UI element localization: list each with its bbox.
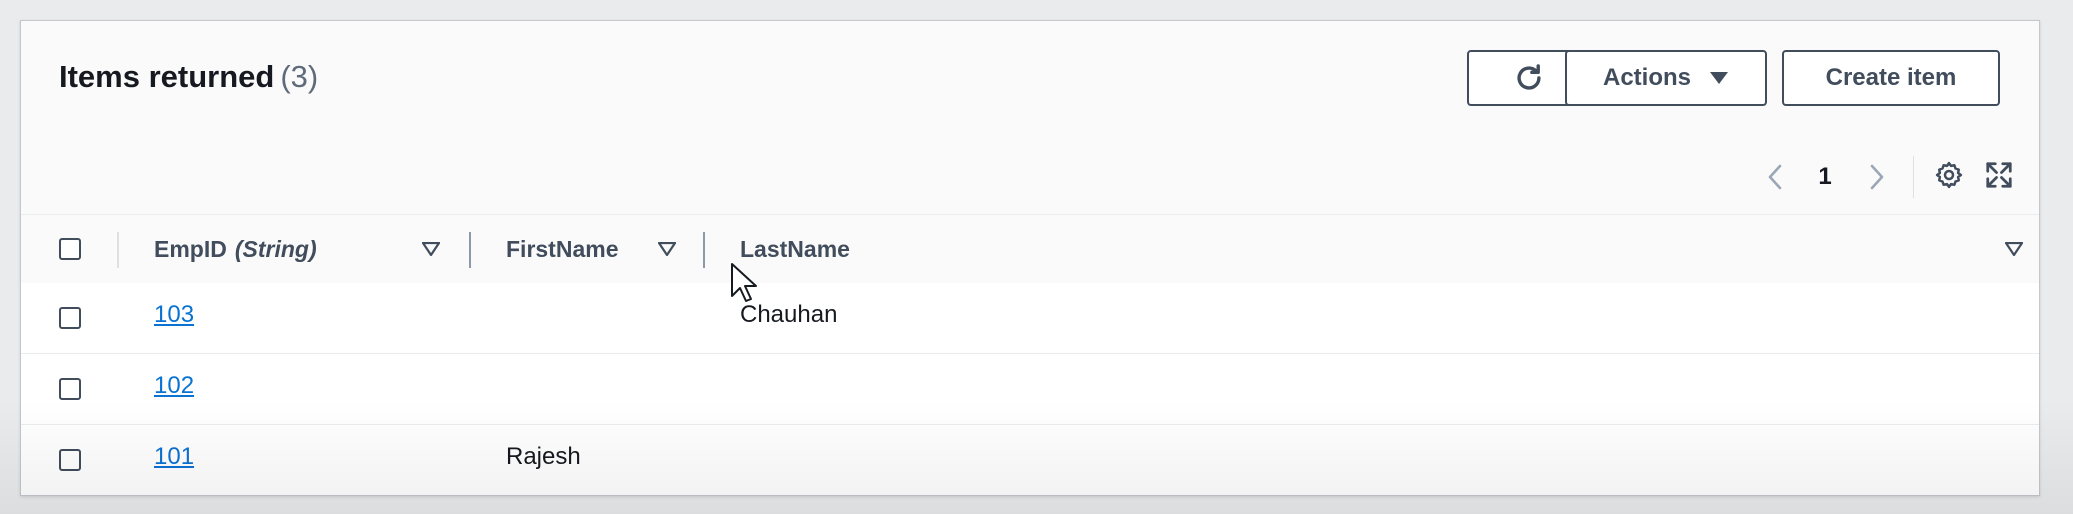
column-divider[interactable] bbox=[703, 232, 705, 268]
pager-divider bbox=[1913, 156, 1914, 198]
firstname-cell: Rajesh bbox=[506, 443, 581, 470]
table-row: 101 Rajesh bbox=[21, 425, 2039, 495]
actions-button[interactable]: Actions bbox=[1565, 50, 1767, 106]
column-header-lastname[interactable]: LastName bbox=[740, 215, 850, 283]
table-row: 103 Chauhan bbox=[21, 283, 2039, 354]
table-row: 102 bbox=[21, 354, 2039, 425]
chevron-left-icon bbox=[1768, 164, 1782, 190]
preferences-button[interactable] bbox=[1929, 155, 1969, 195]
column-header-firstname[interactable]: FirstName bbox=[506, 215, 618, 283]
column-header-empid[interactable]: EmpID (String) bbox=[154, 215, 317, 283]
column-divider[interactable] bbox=[469, 232, 471, 268]
title-text: Items returned bbox=[59, 59, 275, 94]
empid-header-label: EmpID bbox=[154, 235, 227, 262]
expand-icon bbox=[1986, 162, 2012, 188]
empid-type-hint: (String) bbox=[234, 235, 317, 262]
row-checkbox[interactable] bbox=[59, 378, 81, 400]
sort-empid-button[interactable] bbox=[420, 238, 442, 260]
sort-firstname-button[interactable] bbox=[656, 238, 678, 260]
sort-lastname-button[interactable] bbox=[2003, 238, 2025, 260]
gear-icon bbox=[1935, 161, 1963, 189]
sort-icon bbox=[422, 242, 440, 256]
create-item-label: Create item bbox=[1825, 64, 1957, 91]
fullscreen-button[interactable] bbox=[1979, 155, 2019, 195]
firstname-header-label: FirstName bbox=[506, 235, 619, 262]
create-item-button[interactable]: Create item bbox=[1782, 50, 2000, 106]
lastname-header-label: LastName bbox=[740, 235, 850, 262]
chevron-right-icon bbox=[1870, 164, 1884, 190]
table-header: EmpID (String) FirstName LastName bbox=[21, 214, 2039, 284]
empid-link[interactable]: 103 bbox=[154, 301, 194, 329]
sort-icon bbox=[658, 242, 676, 256]
refresh-icon bbox=[1517, 64, 1541, 90]
lastname-cell: Chauhan bbox=[740, 301, 838, 328]
previous-page-button[interactable] bbox=[1755, 151, 1795, 203]
item-count: (3) bbox=[280, 59, 319, 94]
page-number-1[interactable]: 1 bbox=[1810, 151, 1840, 203]
column-divider bbox=[117, 232, 119, 268]
next-page-button[interactable] bbox=[1857, 151, 1897, 203]
row-checkbox[interactable] bbox=[59, 307, 81, 329]
page-title: Items returned (3) bbox=[59, 59, 318, 95]
items-panel: Items returned(3) Actions Create item 1 bbox=[20, 20, 2040, 496]
select-all-checkbox[interactable] bbox=[59, 238, 81, 260]
row-checkbox[interactable] bbox=[59, 449, 81, 471]
empid-link[interactable]: 102 bbox=[154, 372, 194, 400]
actions-label: Actions bbox=[1602, 64, 1691, 91]
sort-icon bbox=[2005, 242, 2023, 256]
caret-down-icon bbox=[1710, 72, 1728, 84]
panel-header: Items returned (3) Actions Create item 1 bbox=[21, 21, 2039, 214]
empid-link[interactable]: 101 bbox=[154, 443, 194, 471]
